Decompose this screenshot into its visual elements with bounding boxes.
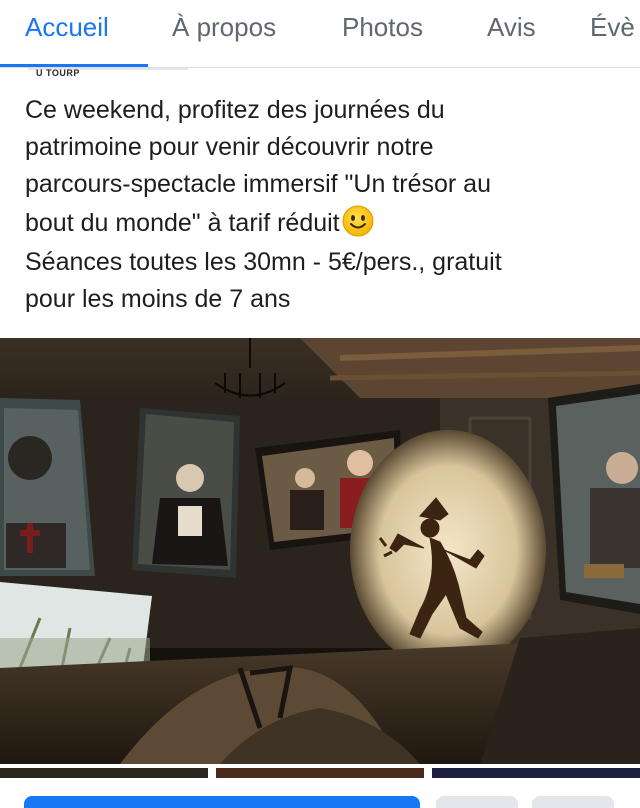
tab-accueil[interactable]: Accueil xyxy=(25,12,109,43)
post-message: Ce weekend, profitez des journées du pat… xyxy=(25,92,625,318)
post-text-line-with-emoji: bout du monde" à tarif réduit xyxy=(25,203,625,244)
tab-avis[interactable]: Avis xyxy=(487,12,536,43)
post-text-line: patrimoine pour venir découvrir notre xyxy=(25,133,434,161)
thumbnail[interactable] xyxy=(216,768,424,778)
thumbnail[interactable] xyxy=(432,768,640,778)
attraction-scene-image xyxy=(0,338,640,764)
post-text-line: Ce weekend, profitez des journées du xyxy=(25,96,445,124)
post-text-line: Séances toutes les 30mn - 5€/pers., grat… xyxy=(25,248,502,276)
page-tab-bar: Accueil À propos Photos Avis Évè xyxy=(0,0,640,68)
page-logo-text: U TOURP xyxy=(36,68,80,78)
primary-action-button[interactable] xyxy=(24,796,420,808)
spotlight-creature xyxy=(350,430,546,670)
screen-left xyxy=(0,398,95,576)
action-bar xyxy=(0,790,640,808)
post-text-line: parcours-spectacle immersif "Un trésor a… xyxy=(25,170,491,198)
photo-thumbnail-strip xyxy=(0,768,640,778)
post-header: U TOURP xyxy=(0,68,640,90)
tab-a-propos[interactable]: À propos xyxy=(172,12,276,43)
secondary-action-button[interactable] xyxy=(436,796,518,808)
post-text-line: pour les moins de 7 ans xyxy=(25,285,291,313)
post-text-line: bout du monde" à tarif réduit xyxy=(25,209,340,237)
post-photo[interactable] xyxy=(0,338,640,764)
tab-evenements[interactable]: Évè xyxy=(590,12,635,43)
thumbnail[interactable] xyxy=(0,768,208,778)
smiling-face-icon xyxy=(342,205,374,237)
more-action-button[interactable] xyxy=(532,796,614,808)
tab-photos[interactable]: Photos xyxy=(342,12,423,43)
